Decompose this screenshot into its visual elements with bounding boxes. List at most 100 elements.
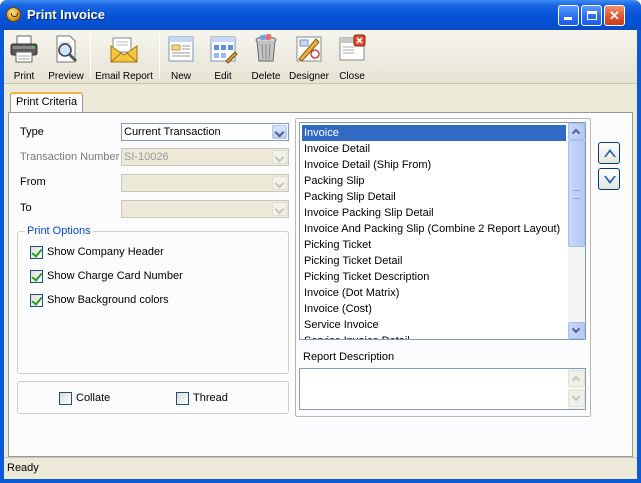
close-window-button[interactable]: ✕	[604, 5, 625, 26]
show-company-header-label[interactable]: Show Company Header	[47, 246, 164, 258]
close-label: Close	[339, 71, 365, 82]
type-combo[interactable]: Current Transaction	[121, 123, 289, 141]
chevron-down-icon[interactable]	[272, 176, 287, 190]
thread-checkbox[interactable]	[176, 392, 189, 405]
chevron-up-icon	[571, 375, 581, 385]
edit-label: Edit	[214, 71, 232, 82]
report-list-item[interactable]: Packing Slip Detail	[302, 189, 564, 205]
new-button[interactable]: New	[164, 32, 198, 82]
report-list-item[interactable]: Packing Slip	[302, 173, 564, 189]
printer-icon	[10, 35, 38, 63]
new-report-icon	[168, 36, 194, 62]
report-description-box[interactable]	[299, 368, 586, 410]
thread-label[interactable]: Thread	[193, 392, 228, 404]
report-list-item[interactable]: Picking Ticket Description	[302, 269, 564, 285]
report-list-item[interactable]: Invoice (Cost)	[302, 301, 564, 317]
description-scrollbar[interactable]	[568, 369, 585, 409]
scroll-up-button[interactable]	[568, 370, 585, 387]
report-list-item[interactable]: Service Invoice	[302, 317, 564, 333]
report-list-item[interactable]: Invoice Detail	[302, 141, 564, 157]
report-description-text	[302, 371, 304, 387]
preview-label: Preview	[48, 71, 84, 82]
scroll-thumb[interactable]	[568, 140, 585, 247]
report-list-item[interactable]: Invoice Packing Slip Detail	[302, 205, 564, 221]
report-list-item[interactable]: Invoice And Packing Slip (Combine 2 Repo…	[302, 221, 564, 237]
email-report-button[interactable]: Email Report	[94, 32, 154, 82]
report-list-item[interactable]: Picking Ticket	[302, 237, 564, 253]
tab-print-criteria[interactable]: Print Criteria	[10, 92, 83, 113]
report-list-item[interactable]: Invoice	[302, 125, 566, 141]
preview-button[interactable]: Preview	[48, 32, 84, 82]
edit-button[interactable]: Edit	[206, 32, 240, 82]
show-background-colors-checkbox[interactable]	[30, 294, 43, 307]
chevron-down-icon[interactable]	[272, 125, 287, 139]
report-list-item[interactable]: Picking Ticket Detail	[302, 253, 564, 269]
designer-icon	[296, 36, 322, 62]
transaction-number-combo[interactable]: SI-10026	[121, 148, 289, 166]
print-invoice-window: Print Invoice ✕ Print Preview Email Repo…	[0, 0, 641, 483]
from-combo[interactable]	[121, 174, 289, 192]
report-description-label: Report Description	[303, 351, 395, 363]
to-label: To	[20, 202, 32, 214]
from-label: From	[20, 176, 46, 188]
status-text: Ready	[7, 462, 39, 474]
email-report-label: Email Report	[95, 71, 153, 82]
delete-label: Delete	[251, 71, 281, 82]
close-icon: ✕	[609, 8, 620, 23]
print-options-legend: Print Options	[25, 225, 93, 237]
email-icon	[110, 37, 138, 63]
transaction-number-label: Transaction Number	[20, 151, 120, 163]
collate-checkbox[interactable]	[59, 392, 72, 405]
delete-button[interactable]: Delete	[248, 32, 284, 82]
client-area: Print Preview Email Report New Edit Dele…	[4, 30, 637, 479]
print-criteria-panel: Type Current Transaction Transaction Num…	[8, 112, 633, 457]
type-value: Current Transaction	[124, 126, 221, 138]
report-list[interactable]: Invoice Invoice Detail Invoice Detail (Shi…	[299, 122, 586, 340]
collate-thread-group: Collate Thread	[17, 381, 289, 414]
show-charge-card-number-label[interactable]: Show Charge Card Number	[47, 270, 183, 282]
new-label: New	[170, 71, 191, 82]
window-title: Print Invoice	[27, 7, 106, 22]
move-down-button[interactable]	[598, 168, 620, 190]
collate-label[interactable]: Collate	[76, 392, 110, 404]
tab-strip: Print Criteria	[4, 90, 637, 113]
toolbar-separator	[159, 34, 160, 78]
maximize-button[interactable]	[581, 5, 602, 26]
designer-label: Designer	[288, 71, 330, 82]
close-report-icon	[339, 34, 366, 61]
transaction-number-value: SI-10026	[124, 151, 169, 163]
toolbar-separator	[90, 34, 91, 78]
report-list-item[interactable]: Invoice (Dot Matrix)	[302, 285, 564, 301]
designer-button[interactable]: Designer	[288, 32, 330, 82]
report-list-item[interactable]: Invoice Detail (Ship From)	[302, 157, 564, 173]
status-bar: Ready	[4, 457, 637, 479]
arrow-down-icon	[604, 176, 616, 184]
title-bar[interactable]: Print Invoice ✕	[0, 0, 641, 30]
minimize-button[interactable]	[558, 5, 579, 26]
chevron-down-icon[interactable]	[272, 150, 287, 164]
app-icon	[6, 7, 21, 22]
type-label: Type	[20, 126, 44, 138]
scroll-down-button[interactable]	[568, 322, 585, 339]
scroll-up-button[interactable]	[568, 123, 585, 140]
close-button[interactable]: Close	[335, 32, 369, 82]
report-list-item[interactable]: Service Invoice Detail	[302, 333, 564, 339]
toolbar: Print Preview Email Report New Edit Dele…	[4, 30, 637, 84]
report-list-scrollbar[interactable]	[568, 123, 585, 339]
show-charge-card-number-checkbox[interactable]	[30, 270, 43, 283]
scroll-down-button[interactable]	[568, 390, 585, 407]
print-button[interactable]: Print	[6, 32, 42, 82]
trash-icon	[255, 34, 277, 62]
to-combo[interactable]	[121, 200, 289, 218]
minimize-icon	[564, 17, 572, 20]
report-panel: Invoice Invoice Detail Invoice Detail (Shi…	[295, 118, 591, 417]
preview-icon	[56, 35, 78, 63]
show-company-header-checkbox[interactable]	[30, 246, 43, 259]
print-options-group: Print Options Show Company Header Show C…	[17, 225, 289, 374]
chevron-down-icon[interactable]	[272, 202, 287, 216]
chevron-down-icon	[571, 324, 581, 334]
chevron-up-icon	[571, 128, 581, 138]
move-up-button[interactable]	[598, 142, 620, 164]
maximize-icon	[587, 11, 597, 20]
show-background-colors-label[interactable]: Show Background colors	[47, 294, 169, 306]
